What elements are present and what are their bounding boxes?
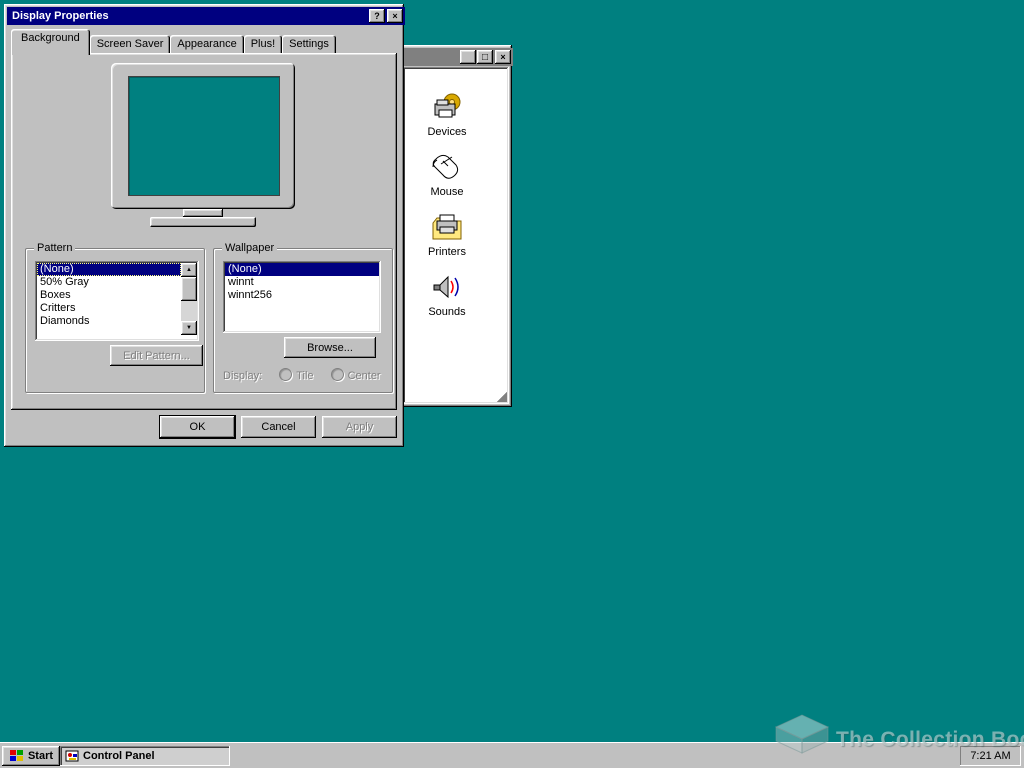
icon-label: Mouse [430,186,464,198]
radio-icon [279,368,293,381]
taskbar: Start Control Panel 7:21 AM [0,742,1024,768]
mouse-icon [432,154,459,179]
pattern-group: Pattern (None) 50% Gray Boxes Critters D… [25,242,205,393]
icon-label: Devices [427,126,467,138]
control-panel-item-mouse[interactable]: Mouse [415,151,479,198]
icon-label: Sounds [428,306,466,318]
ok-button[interactable]: OK [160,416,235,438]
apply-button[interactable]: Apply [322,416,397,438]
minimize-button[interactable]: _ [460,50,476,65]
close-button[interactable]: × [495,50,511,64]
sounds-icon [433,275,459,299]
scroll-up-icon: ▲ [186,267,192,273]
tab-label: Plus! [250,38,276,50]
center-label: Center [347,370,381,382]
monitor-neck [183,209,223,217]
monitor-base [150,217,256,227]
list-item-winnt256[interactable]: winnt256 [225,289,379,302]
clock: 7:21 AM [970,750,1011,762]
list-item-boxes[interactable]: Boxes [37,289,181,302]
tab-label: Settings [289,38,329,50]
monitor-screen [128,76,280,196]
tab-screen-saver[interactable]: Screen Saver [89,35,171,53]
icon-label: Printers [428,246,466,258]
start-label: Start [27,750,54,762]
help-button[interactable]: ? [369,9,385,23]
start-button[interactable]: Start [2,746,60,766]
task-button-control-panel[interactable]: Control Panel [60,746,230,766]
edit-pattern-label: Edit Pattern... [123,349,190,362]
tile-label: Tile [296,370,314,382]
browse-button[interactable]: Browse... [284,337,376,358]
tab-label: Screen Saver [96,38,164,50]
list-item-diamonds[interactable]: Diamonds [37,315,181,328]
list-item-winnt[interactable]: winnt [225,276,379,289]
desktop[interactable]: _ □ × Devices Mouse Printers Sounds Disp… [0,0,1024,768]
display-properties-dialog: Display Properties ? × Background Screen… [4,4,405,447]
display-label: Display: [223,370,263,382]
tab-strip: Background Screen Saver Appearance Plus!… [11,29,336,55]
apply-label: Apply [345,421,374,433]
tab-label: Appearance [177,38,237,50]
tab-background[interactable]: Background [11,29,90,55]
center-radio[interactable]: Center [330,368,381,382]
control-panel-icon [65,750,79,762]
pattern-scrollbar[interactable]: ▲ ▼ [181,263,197,335]
radio-icon [330,368,344,381]
tab-settings[interactable]: Settings [282,35,336,53]
cancel-label: Cancel [261,421,296,433]
tile-radio[interactable]: Tile [279,368,314,382]
list-item-none[interactable]: (None) [37,263,181,276]
tab-appearance[interactable]: Appearance [170,35,244,53]
clock-tray[interactable]: 7:21 AM [960,746,1021,766]
pattern-group-label: Pattern [34,242,76,255]
control-panel-titlebar[interactable]: _ □ × [403,48,513,66]
close-icon: × [500,52,506,62]
dialog-titlebar[interactable]: Display Properties ? × [7,7,405,25]
control-panel-item-printers[interactable]: Printers [415,211,479,258]
task-label: Control Panel [83,750,155,762]
devices-icon [434,93,461,118]
maximize-icon: □ [481,51,489,63]
scroll-down-icon: ▼ [186,325,192,331]
list-item-50-gray[interactable]: 50% Gray [37,276,181,289]
pattern-listbox[interactable]: (None) 50% Gray Boxes Critters Diamonds … [35,261,199,341]
scrollbar-thumb[interactable] [181,277,197,301]
control-panel-window: _ □ × Devices Mouse Printers Sounds [400,45,513,407]
monitor-preview [108,63,298,239]
close-icon: × [392,11,398,21]
tab-label: Background [21,32,80,44]
control-panel-client: Devices Mouse Printers Sounds [403,67,509,404]
printers-icon [432,214,462,240]
close-button[interactable]: × [387,9,403,23]
browse-label: Browse... [307,341,353,354]
scroll-down-button[interactable]: ▼ [181,321,197,335]
list-item-critters[interactable]: Critters [37,302,181,315]
wallpaper-listbox[interactable]: (None) winnt winnt256 [223,261,381,333]
control-panel-item-sounds[interactable]: Sounds [415,271,479,318]
dialog-title: Display Properties [12,10,109,22]
tab-panel-background: Pattern (None) 50% Gray Boxes Critters D… [11,53,397,410]
tab-plus[interactable]: Plus! [243,35,283,53]
list-item-none[interactable]: (None) [225,263,379,276]
wallpaper-group: Wallpaper (None) winnt winnt256 Browse..… [213,242,393,393]
help-icon: ? [374,11,380,21]
resize-grip-icon[interactable] [494,389,507,402]
maximize-button[interactable]: □ [477,50,493,64]
ok-label: OK [189,421,206,433]
scroll-up-button[interactable]: ▲ [181,263,197,277]
display-options-row: Display: Tile Center [223,368,389,382]
wallpaper-group-label: Wallpaper [222,242,278,255]
minimize-icon: _ [465,55,471,65]
windows-logo-icon [9,750,23,761]
edit-pattern-button[interactable]: Edit Pattern... [110,345,203,366]
cancel-button[interactable]: Cancel [241,416,316,438]
control-panel-item-devices[interactable]: Devices [415,91,479,138]
monitor-bezel [111,63,295,209]
